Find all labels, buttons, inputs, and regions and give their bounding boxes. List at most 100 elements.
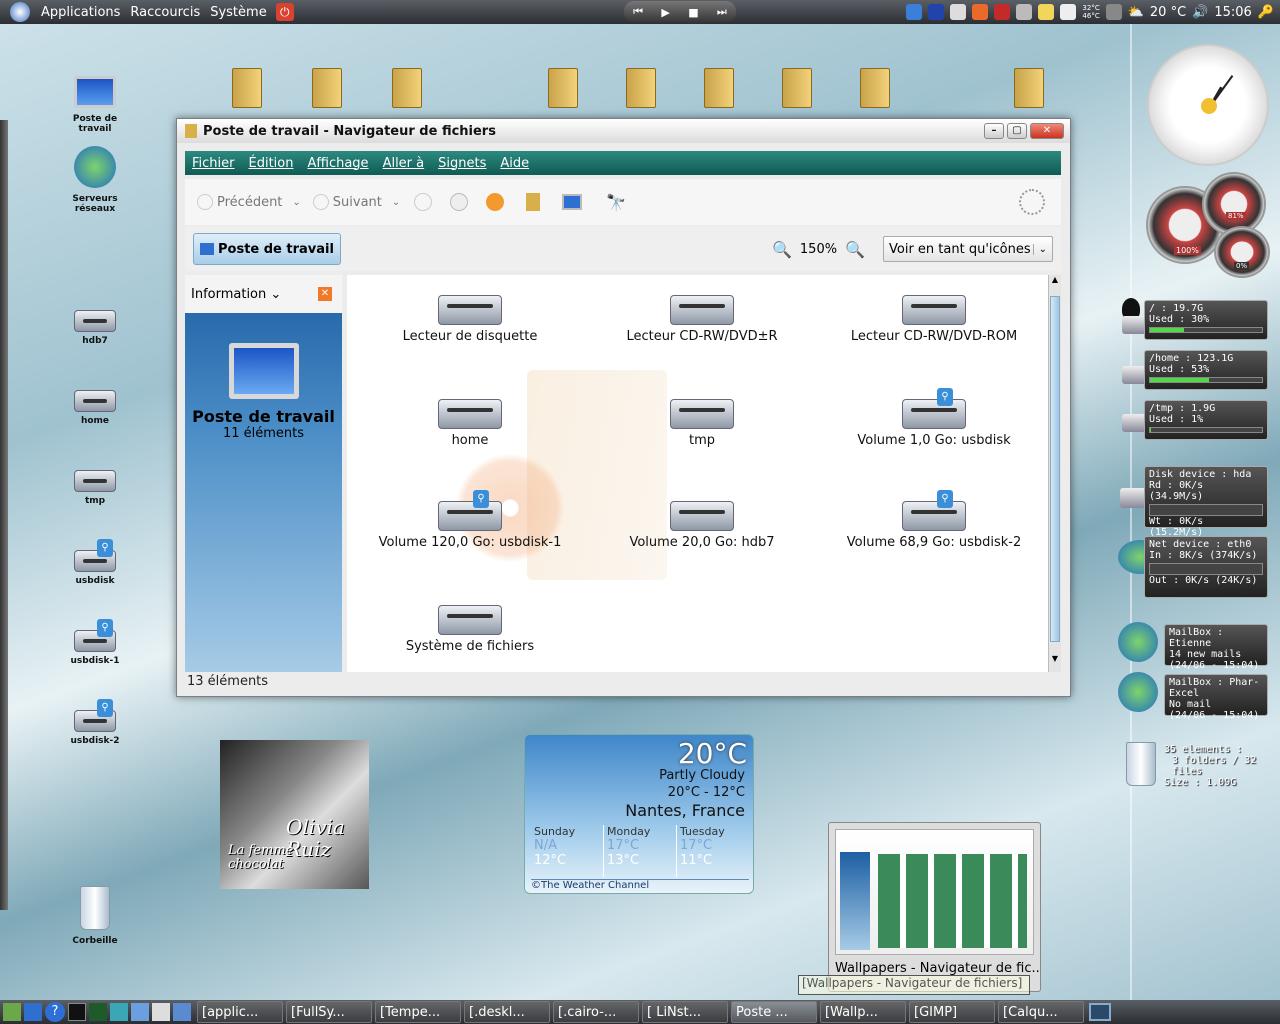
logout-icon[interactable]: 🔑 <box>1258 5 1274 20</box>
window-thumbnail[interactable]: Wallpapers - Navigateur de fic... <box>828 822 1041 992</box>
maximize-button[interactable]: ▢ <box>1007 123 1027 139</box>
menu-edit[interactable]: Édition <box>242 156 301 171</box>
file-item[interactable]: Lecteur CD-RW/DVD±R <box>587 295 817 344</box>
taskbar-item[interactable]: [Wallp... <box>820 1001 906 1023</box>
minimize-button[interactable]: – <box>984 123 1004 139</box>
weather-credit[interactable]: ©The Weather Channel <box>531 879 749 891</box>
menu-go[interactable]: Aller à <box>376 156 432 171</box>
close-side-pane-icon[interactable]: ✕ <box>318 287 332 301</box>
forward-button[interactable]: Suivant <box>312 194 382 210</box>
back-button[interactable]: Précédent <box>197 194 282 210</box>
downloads-folder-icon[interactable] <box>392 68 422 108</box>
trash-icon[interactable] <box>1126 742 1156 786</box>
sound-folder-icon[interactable] <box>860 68 890 108</box>
home-folder-icon[interactable] <box>526 193 541 211</box>
tray-app-icon[interactable] <box>972 4 989 20</box>
folder-icon[interactable] <box>312 68 342 108</box>
workspace-switcher[interactable] <box>1089 1003 1111 1021</box>
system-menu[interactable]: Système <box>205 5 271 20</box>
taskbar-item[interactable]: [.cairo-... <box>553 1001 639 1023</box>
tray-app-icon[interactable] <box>928 4 945 20</box>
close-button[interactable]: ✕ <box>1030 123 1064 139</box>
file-item[interactable]: ⚲ Volume 120,0 Go: usbdisk-1 <box>355 490 585 550</box>
file-item[interactable]: home <box>355 399 585 448</box>
desktop-icon-hdb7[interactable]: hdb7 <box>55 310 135 346</box>
file-item[interactable]: ⚲ Volume 68,9 Go: usbdisk-2 <box>819 490 1048 550</box>
show-desktop-icon[interactable] <box>3 1003 21 1021</box>
file-item[interactable]: ⚲ Volume 1,0 Go: usbdisk <box>819 388 1048 448</box>
desktop-icon-computer[interactable]: Poste de travail <box>55 76 135 134</box>
notes-icon[interactable] <box>1038 4 1055 20</box>
desktop-icon-tmp[interactable]: tmp <box>55 470 135 506</box>
desktop-icon-trash[interactable]: Corbeille <box>55 886 135 946</box>
scroll-down-arrow[interactable]: ▼ <box>1049 654 1061 663</box>
taskbar-item[interactable]: [FullSy... <box>286 1001 372 1023</box>
file-item[interactable]: tmp <box>587 399 817 448</box>
network-icon[interactable] <box>1016 4 1033 20</box>
editor-launcher-icon[interactable] <box>131 1003 149 1021</box>
back-history-dropdown[interactable]: ⌄ <box>292 197 300 208</box>
desktop-icon-home[interactable]: home <box>55 390 135 426</box>
main-menu-icon[interactable] <box>10 2 30 22</box>
play-icon[interactable]: ▶ <box>661 6 669 19</box>
help-icon[interactable]: ? <box>45 1002 65 1022</box>
forward-history-dropdown[interactable]: ⌄ <box>392 197 400 208</box>
up-icon[interactable] <box>414 193 433 211</box>
taskbar-item[interactable]: [applic... <box>197 1001 283 1023</box>
tray-app-icon[interactable] <box>906 4 923 20</box>
scroll-up-arrow[interactable]: ▲ <box>1049 275 1061 284</box>
album-cover[interactable]: Olivia Ruiz La femme chocolat <box>220 740 369 889</box>
menu-file[interactable]: Fichier <box>185 156 242 171</box>
taskbar-item[interactable]: [ LiNst... <box>642 1001 728 1023</box>
next-icon[interactable]: ⏭ <box>717 5 727 19</box>
view-mode-select[interactable]: Voir en tant qu'icônes ⌄ <box>883 236 1053 262</box>
favorites-folder-icon[interactable] <box>1014 68 1044 108</box>
tray-app-icon[interactable] <box>1060 4 1077 20</box>
file-item[interactable]: Lecteur CD-RW/DVD-ROM <box>819 295 1048 344</box>
taskbar-item[interactable]: [Calqu... <box>998 1001 1084 1023</box>
desktop-icon-usbdisk-2[interactable]: ⚲ usbdisk-2 <box>55 699 135 746</box>
photos-folder-icon[interactable] <box>626 68 656 108</box>
menu-bookmarks[interactable]: Signets <box>431 156 493 171</box>
taskbar-item-active[interactable]: Poste ... <box>731 1001 817 1023</box>
stop-icon[interactable] <box>450 193 469 211</box>
system-monitor-icon[interactable] <box>89 1003 107 1021</box>
network-launcher-icon[interactable] <box>110 1003 128 1021</box>
scroll-thumb[interactable] <box>1050 296 1060 642</box>
panel-clock[interactable]: 15:06 <box>1214 5 1251 20</box>
location-button[interactable]: Poste de travail <box>193 233 341 265</box>
pictures-folder-icon[interactable] <box>548 68 578 108</box>
music-folder-icon[interactable] <box>782 68 812 108</box>
zoom-out-icon[interactable]: 🔍 <box>772 240 792 259</box>
shutdown-icon[interactable]: ⏻ <box>275 3 294 21</box>
taskbar-item[interactable]: [Tempe... <box>375 1001 461 1023</box>
desktop-icon-network-servers[interactable]: Serveurs réseaux <box>55 146 135 214</box>
computer-icon[interactable] <box>562 194 583 210</box>
printer-launcher-icon[interactable] <box>152 1003 170 1021</box>
menu-view[interactable]: Affichage <box>300 156 375 171</box>
computer-launcher-icon[interactable] <box>24 1003 42 1021</box>
search-binoculars-icon[interactable]: 🔭 <box>606 193 626 212</box>
side-pane-selector[interactable]: Information ⌄ <box>191 287 281 302</box>
videos-folder-icon[interactable] <box>704 68 734 108</box>
reload-icon[interactable] <box>486 193 505 211</box>
ruby-icon[interactable] <box>994 4 1011 20</box>
zoom-level[interactable]: 150% <box>800 242 837 257</box>
workspace-launcher-icon[interactable] <box>173 1003 191 1021</box>
file-item[interactable]: Volume 20,0 Go: hdb7 <box>587 501 817 550</box>
taskbar-item[interactable]: [GIMP] <box>909 1001 995 1023</box>
menu-help[interactable]: Aide <box>493 156 536 171</box>
vertical-scrollbar[interactable]: ▲ ▼ <box>1048 275 1061 672</box>
folder-icon[interactable] <box>232 68 262 108</box>
window-titlebar[interactable]: Poste de travail - Navigateur de fichier… <box>177 119 1070 143</box>
tray-app-icon[interactable] <box>950 4 967 20</box>
terminal-icon[interactable] <box>68 1003 86 1021</box>
file-item[interactable]: Système de fichiers <box>355 605 585 654</box>
applications-menu[interactable]: Applications <box>36 5 125 20</box>
previous-icon[interactable]: ⏮ <box>633 5 643 19</box>
volume-icon[interactable]: 🔊 <box>1192 5 1208 20</box>
desktop-icon-usbdisk[interactable]: ⚲ usbdisk <box>55 539 135 586</box>
desktop-icon-usbdisk-1[interactable]: ⚲ usbdisk-1 <box>55 619 135 666</box>
stop-icon[interactable]: ■ <box>688 6 698 19</box>
shortcuts-menu[interactable]: Raccourcis <box>125 5 205 20</box>
